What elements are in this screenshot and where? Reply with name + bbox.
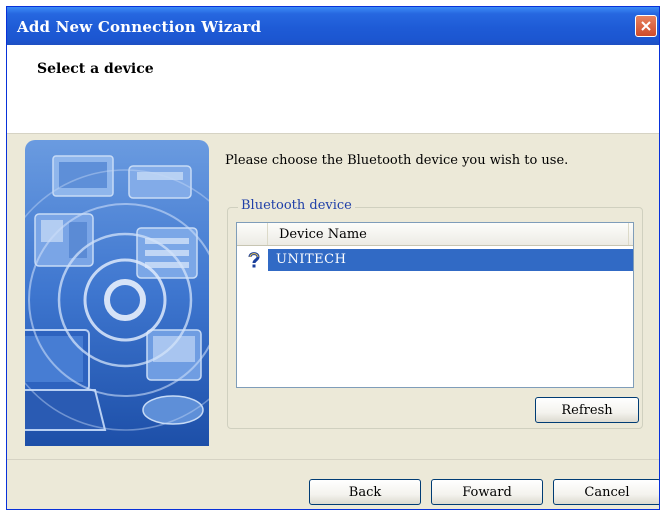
device-list[interactable]: Device Name UNITECH <box>236 222 634 388</box>
title-bar[interactable]: Add New Connection Wizard <box>7 7 659 45</box>
back-button[interactable]: Back <box>309 479 421 505</box>
close-icon <box>641 21 651 31</box>
list-header: Device Name <box>237 223 633 246</box>
cancel-button[interactable]: Cancel <box>553 479 659 505</box>
footer-divider <box>7 459 659 460</box>
window-title: Add New Connection Wizard <box>17 18 262 36</box>
device-name-column-label: Device Name <box>279 227 367 242</box>
close-button[interactable] <box>635 15 657 37</box>
instruction-text: Please choose the Bluetooth device you w… <box>225 153 569 168</box>
bluetooth-unknown-device-icon <box>246 251 262 273</box>
page-title: Select a device <box>37 61 154 77</box>
bluetooth-device-group: Bluetooth device Device Name UNITECH <box>227 198 643 429</box>
wizard-illustration <box>25 140 209 446</box>
refresh-button[interactable]: Refresh <box>535 397 639 423</box>
group-label: Bluetooth device <box>238 198 355 213</box>
wizard-window: Add New Connection Wizard Select a devic… <box>6 6 660 510</box>
device-name: UNITECH <box>276 252 347 267</box>
selected-row-highlight: UNITECH <box>268 249 633 271</box>
list-item[interactable]: UNITECH <box>237 249 633 271</box>
icon-column-header[interactable] <box>237 223 268 245</box>
forward-button[interactable]: Foward <box>431 479 543 505</box>
wizard-header: Select a device <box>7 45 659 134</box>
